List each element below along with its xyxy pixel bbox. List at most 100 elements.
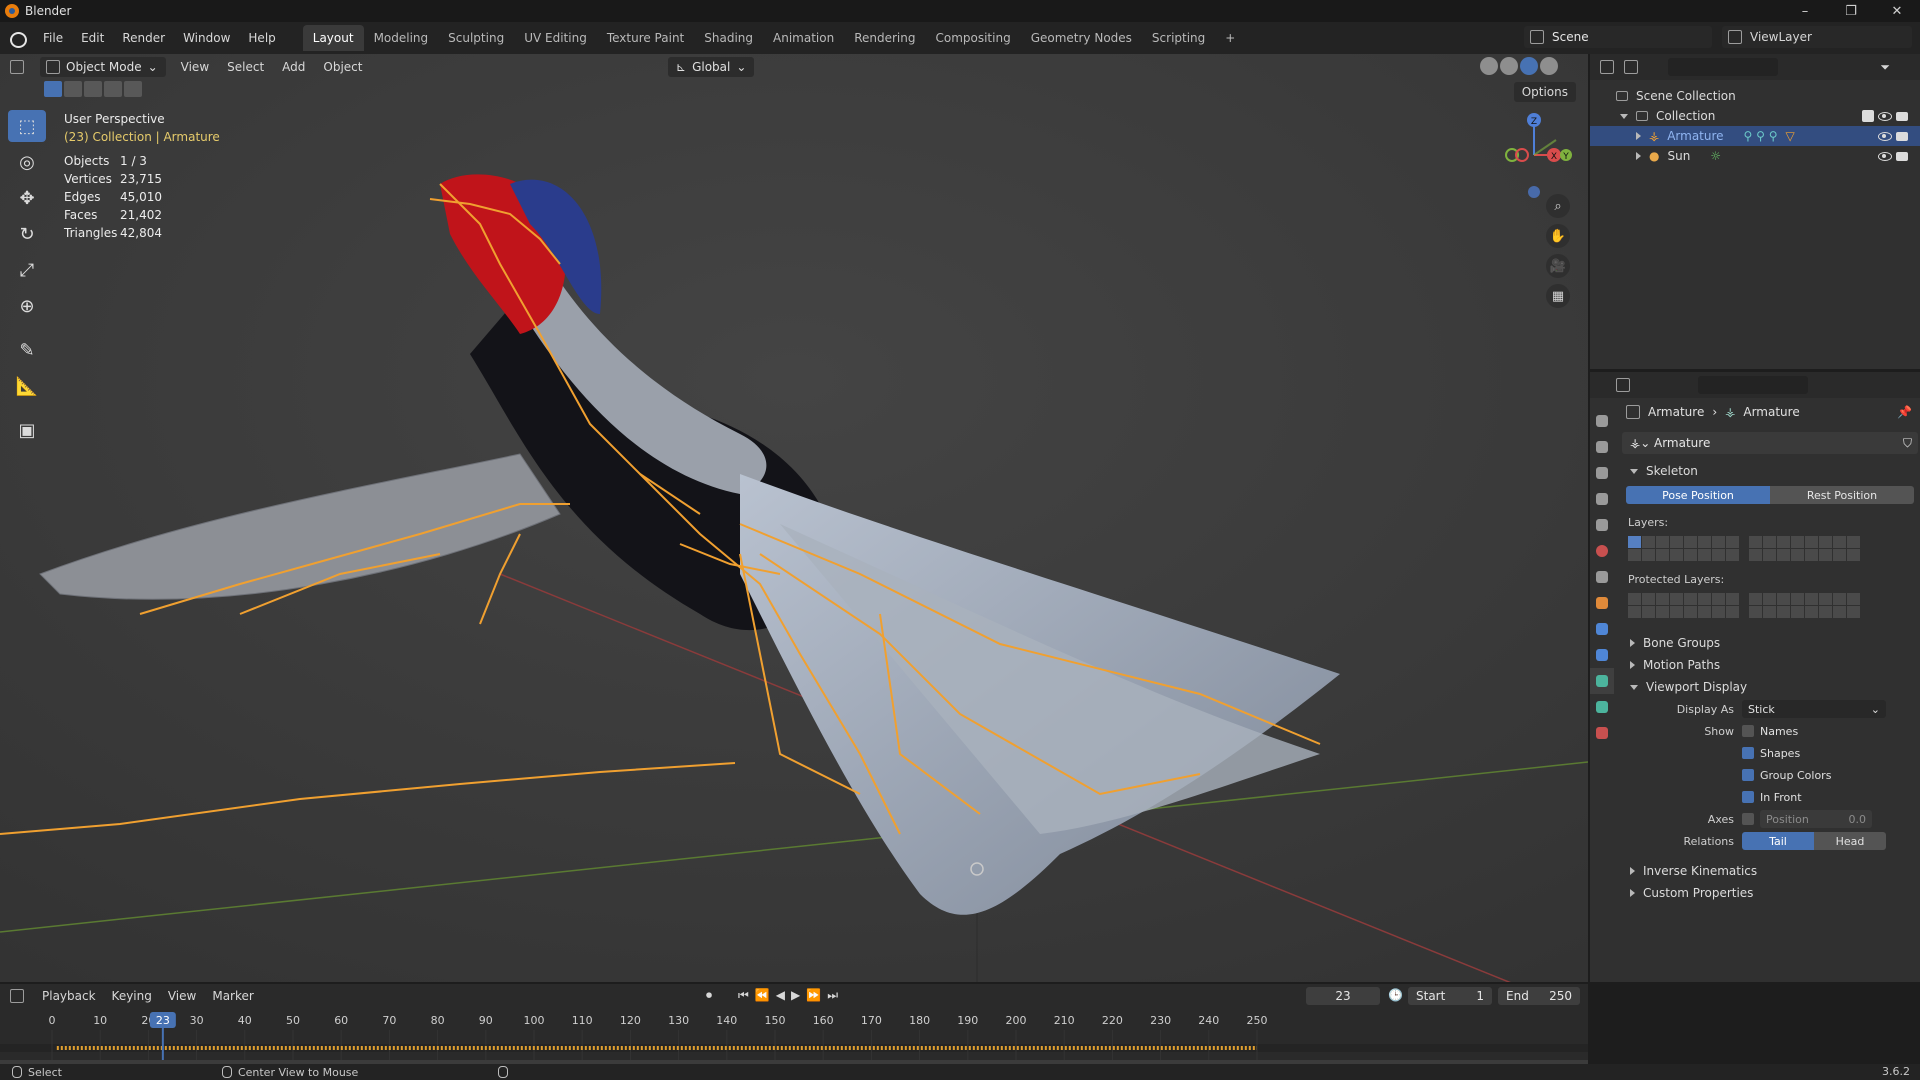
- solid-shading-icon[interactable]: [1500, 57, 1518, 75]
- layer-cell[interactable]: [1628, 606, 1641, 618]
- layer-cell[interactable]: [1819, 606, 1832, 618]
- add-cube-tool-icon[interactable]: ▣: [8, 414, 46, 446]
- layer-cell[interactable]: [1726, 593, 1739, 605]
- timeline-menu-marker[interactable]: Marker: [204, 989, 261, 1003]
- layer-cell[interactable]: [1684, 549, 1697, 561]
- rest-position-button[interactable]: Rest Position: [1770, 486, 1914, 504]
- scene-name[interactable]: Scene: [1552, 30, 1589, 44]
- tab-output[interactable]: [1590, 460, 1614, 486]
- layer-cell[interactable]: [1777, 593, 1790, 605]
- viewport-menu-select[interactable]: Select: [218, 60, 273, 74]
- tab-shading[interactable]: Shading: [694, 25, 763, 51]
- ortho-grid-icon[interactable]: ▦: [1546, 284, 1570, 308]
- outliner-scene-collection[interactable]: Scene Collection: [1590, 86, 1920, 106]
- menu-file[interactable]: File: [34, 22, 72, 54]
- camera-icon[interactable]: [1896, 110, 1910, 122]
- outliner-editor-icon[interactable]: [1600, 60, 1614, 74]
- layer-cell[interactable]: [1656, 549, 1669, 561]
- eye-icon[interactable]: [1878, 130, 1892, 142]
- viewlayer-selector[interactable]: ViewLayer: [1722, 26, 1912, 48]
- layer-cell[interactable]: [1777, 606, 1790, 618]
- layer-cell[interactable]: [1791, 536, 1804, 548]
- layer-cell[interactable]: [1847, 536, 1860, 548]
- layer-cell[interactable]: [1805, 536, 1818, 548]
- navigation-gizmo[interactable]: Z X Y: [1494, 110, 1574, 200]
- head-button[interactable]: Head: [1814, 832, 1886, 850]
- layer-cell[interactable]: [1726, 549, 1739, 561]
- mode-selector[interactable]: Object Mode ⌄: [40, 57, 166, 77]
- transform-tool-icon[interactable]: ⊕: [8, 290, 46, 322]
- layer-cell[interactable]: [1749, 606, 1762, 618]
- maximize-icon[interactable]: ❐: [1828, 0, 1874, 22]
- layer-cell[interactable]: [1656, 593, 1669, 605]
- inverse-kinematics-panel-header[interactable]: Inverse Kinematics: [1622, 860, 1918, 882]
- tail-button[interactable]: Tail: [1742, 832, 1814, 850]
- layer-cell[interactable]: [1712, 606, 1725, 618]
- outliner-item-armature[interactable]: ⚶ Armature ⚲ ⚲ ⚲ ▽: [1590, 126, 1920, 146]
- protected-layers-grid[interactable]: [1622, 593, 1918, 618]
- viewport-menu-view[interactable]: View: [172, 60, 218, 74]
- tab-texture[interactable]: [1590, 720, 1614, 746]
- tab-modeling[interactable]: Modeling: [364, 25, 439, 51]
- layer-cell[interactable]: [1712, 536, 1725, 548]
- layer-cell[interactable]: [1805, 549, 1818, 561]
- layer-cell[interactable]: [1642, 593, 1655, 605]
- filter-icon[interactable]: ⏷: [1880, 60, 1890, 75]
- layer-cell[interactable]: [1698, 593, 1711, 605]
- layer-cell[interactable]: [1777, 549, 1790, 561]
- scale-tool-icon[interactable]: ⤢: [8, 254, 46, 286]
- custom-properties-panel-header[interactable]: Custom Properties: [1622, 882, 1918, 904]
- layer-cell[interactable]: [1642, 606, 1655, 618]
- end-frame-field[interactable]: End 250: [1498, 987, 1580, 1005]
- layer-cell[interactable]: [1670, 536, 1683, 548]
- layer-cell[interactable]: [1684, 606, 1697, 618]
- tab-scripting[interactable]: Scripting: [1142, 25, 1215, 51]
- minimize-icon[interactable]: –: [1782, 0, 1828, 22]
- tab-tool[interactable]: [1590, 408, 1614, 434]
- 3d-viewport[interactable]: Object Mode ⌄ View Select Add Object ⊾ G…: [0, 54, 1588, 982]
- menu-window[interactable]: Window: [174, 22, 239, 54]
- camera-icon[interactable]: [1896, 150, 1910, 162]
- record-icon[interactable]: ⏺: [706, 988, 712, 1003]
- tab-uv-editing[interactable]: UV Editing: [514, 25, 597, 51]
- layer-cell[interactable]: [1670, 606, 1683, 618]
- layer-cell[interactable]: [1670, 593, 1683, 605]
- layer-cell[interactable]: [1847, 606, 1860, 618]
- measure-tool-icon[interactable]: 📐: [8, 370, 46, 402]
- layer-cell[interactable]: [1670, 549, 1683, 561]
- annotate-tool-icon[interactable]: ✎: [8, 334, 46, 366]
- layer-cell[interactable]: [1819, 593, 1832, 605]
- layer-cell[interactable]: [1656, 536, 1669, 548]
- properties-search-input[interactable]: [1698, 376, 1808, 394]
- armature-name-field[interactable]: ⚶⌄ Armature ⛉: [1622, 432, 1918, 454]
- layer-cell[interactable]: [1749, 549, 1762, 561]
- wireframe-shading-icon[interactable]: [1480, 57, 1498, 75]
- select-subtract-icon[interactable]: [84, 81, 102, 97]
- layer-cell[interactable]: [1819, 536, 1832, 548]
- camera-view-icon[interactable]: 🎥: [1546, 254, 1570, 278]
- layer-cell[interactable]: [1777, 536, 1790, 548]
- eye-icon[interactable]: [1878, 150, 1892, 162]
- cursor-tool-icon[interactable]: ◎: [8, 146, 46, 178]
- camera-icon[interactable]: [1896, 130, 1910, 142]
- play-icon[interactable]: ▶: [791, 988, 800, 1003]
- properties-editor-icon[interactable]: [1616, 378, 1630, 392]
- layer-cell[interactable]: [1791, 549, 1804, 561]
- layer-cell[interactable]: [1763, 549, 1776, 561]
- select-intersect-icon[interactable]: [124, 81, 142, 97]
- add-workspace-button[interactable]: +: [1215, 25, 1245, 51]
- tab-texture-paint[interactable]: Texture Paint: [597, 25, 694, 51]
- layer-cell[interactable]: [1698, 549, 1711, 561]
- scene-selector[interactable]: Scene: [1524, 26, 1712, 48]
- tab-rendering[interactable]: Rendering: [844, 25, 925, 51]
- layer-cell[interactable]: [1763, 606, 1776, 618]
- pose-position-button[interactable]: Pose Position: [1626, 486, 1770, 504]
- layer-cell[interactable]: [1642, 549, 1655, 561]
- eye-icon[interactable]: [1878, 110, 1892, 122]
- rotate-tool-icon[interactable]: ↻: [8, 218, 46, 250]
- tab-sculpting[interactable]: Sculpting: [438, 25, 514, 51]
- tab-compositing[interactable]: Compositing: [925, 25, 1020, 51]
- timeline-menu-view[interactable]: View: [160, 989, 204, 1003]
- layer-cell[interactable]: [1847, 593, 1860, 605]
- menu-render[interactable]: Render: [113, 22, 174, 54]
